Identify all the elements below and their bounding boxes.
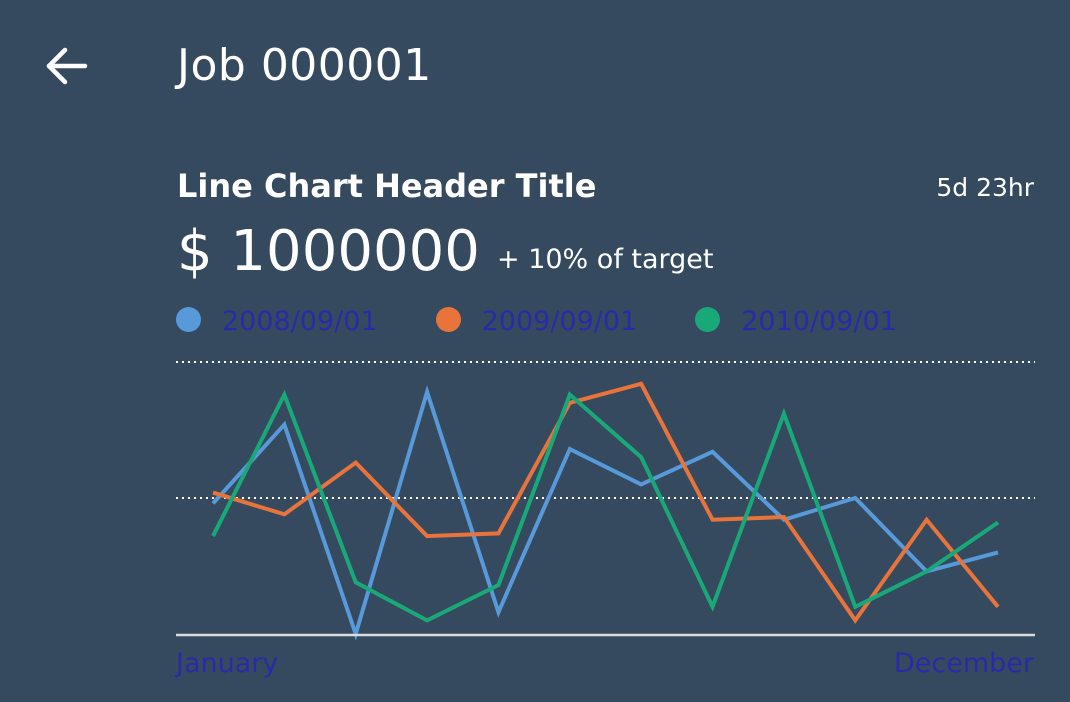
x-axis-label-start: January bbox=[176, 648, 279, 679]
line-chart bbox=[176, 361, 1035, 641]
x-axis-label-end: December bbox=[893, 648, 1034, 679]
series-line-2[interactable] bbox=[212, 381, 1000, 624]
